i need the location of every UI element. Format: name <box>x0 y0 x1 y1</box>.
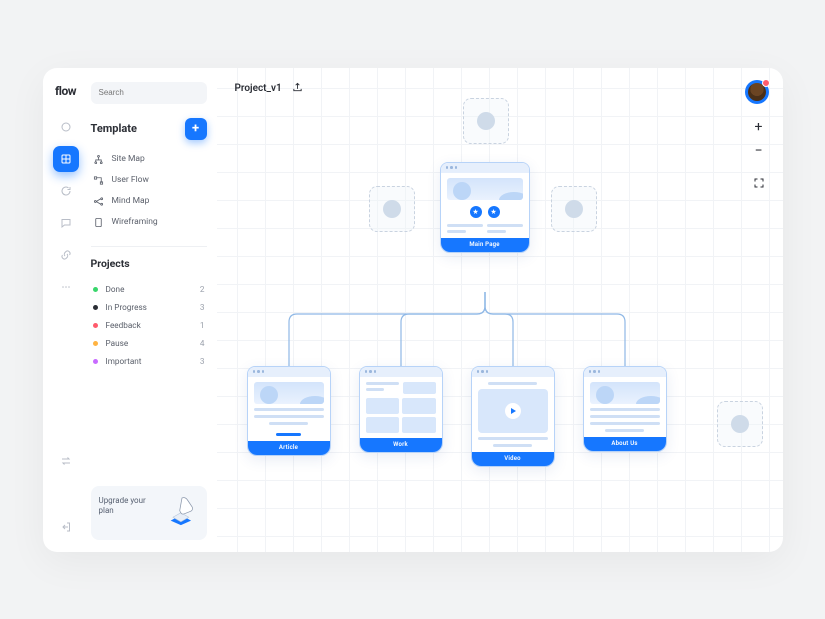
template-item-wireframing[interactable]: Wireframing <box>91 213 207 232</box>
card-label: About Us <box>584 437 666 451</box>
divider <box>91 246 207 247</box>
upgrade-hand-icon <box>165 496 199 526</box>
card-label: Main Page <box>441 238 529 252</box>
status-count: 3 <box>200 357 205 367</box>
status-count: 1 <box>200 321 205 331</box>
template-label: Mind Map <box>112 196 150 206</box>
template-list: Site Map User Flow Mind Map Wireframing <box>91 150 207 232</box>
projects-title: Projects <box>91 257 207 270</box>
canvas-card-article[interactable]: Article <box>247 366 331 456</box>
status-count: 2 <box>200 285 205 295</box>
status-label: Pause <box>106 339 129 349</box>
app-logo: flow <box>55 84 76 98</box>
template-label: Site Map <box>112 154 145 164</box>
template-label: Wireframing <box>112 217 158 227</box>
user-avatar[interactable] <box>745 80 769 104</box>
breadcrumb-bar: Project_v1 <box>235 82 303 96</box>
status-label: Done <box>106 285 125 295</box>
card-label: Work <box>360 438 442 452</box>
icon-rail: flow <box>43 68 89 552</box>
status-dot <box>93 341 98 346</box>
canvas-card-work[interactable]: Work <box>359 366 443 453</box>
status-label: In Progress <box>106 303 147 313</box>
canvas[interactable]: Project_v1 + − <box>217 68 783 552</box>
rail-swap-icon[interactable] <box>53 448 79 474</box>
rail-chat-icon[interactable] <box>53 210 79 236</box>
status-dot <box>93 359 98 364</box>
placeholder-frame[interactable] <box>369 186 415 232</box>
template-item-userflow[interactable]: User Flow <box>91 171 207 190</box>
fullscreen-button[interactable] <box>749 174 769 192</box>
canvas-card-video[interactable]: Video <box>471 366 555 467</box>
zoom-in-button[interactable]: + <box>749 118 769 136</box>
sidebar: Template + Site Map User Flow Mind Map W… <box>89 68 217 552</box>
search-input[interactable] <box>91 82 207 104</box>
project-status-feedback[interactable]: Feedback 1 <box>91 318 207 334</box>
rail-rotate-icon[interactable] <box>53 178 79 204</box>
status-dot <box>93 305 98 310</box>
rail-exit-icon[interactable] <box>53 514 79 540</box>
status-label: Feedback <box>106 321 141 331</box>
add-template-button[interactable]: + <box>185 118 207 140</box>
template-label: User Flow <box>112 175 149 185</box>
project-status-list: Done 2 In Progress 3 Feedback 1 Pause 4 Impo… <box>91 282 207 370</box>
zoom-controls: + − <box>749 118 769 192</box>
project-status-important[interactable]: Important 3 <box>91 354 207 370</box>
status-dot <box>93 323 98 328</box>
upgrade-text: Upgrade your plan <box>99 496 159 517</box>
card-label: Video <box>472 452 554 466</box>
zoom-out-button[interactable]: − <box>749 142 769 160</box>
status-label: Important <box>106 357 142 367</box>
canvas-card-main[interactable]: Main Page <box>440 162 530 253</box>
wireframe-icon <box>93 217 104 228</box>
userflow-icon <box>93 175 104 186</box>
project-status-pause[interactable]: Pause 4 <box>91 336 207 352</box>
card-label: Article <box>248 441 330 455</box>
placeholder-frame[interactable] <box>551 186 597 232</box>
mindmap-icon <box>93 196 104 207</box>
template-item-sitemap[interactable]: Site Map <box>91 150 207 169</box>
rail-more-icon[interactable] <box>53 274 79 300</box>
project-status-inprogress[interactable]: In Progress 3 <box>91 300 207 316</box>
upgrade-plan-card[interactable]: Upgrade your plan <box>91 486 207 540</box>
share-icon[interactable] <box>292 82 303 96</box>
canvas-card-about[interactable]: About Us <box>583 366 667 452</box>
placeholder-frame[interactable] <box>463 98 509 144</box>
app-window: flow Template + Site Map User Flow <box>43 68 783 552</box>
rail-link-icon[interactable] <box>53 242 79 268</box>
template-section-header: Template + <box>91 118 207 140</box>
template-item-mindmap[interactable]: Mind Map <box>91 192 207 211</box>
status-dot <box>93 287 98 292</box>
rail-grid-icon[interactable] <box>53 146 79 172</box>
rail-circle-icon[interactable] <box>53 114 79 140</box>
project-status-done[interactable]: Done 2 <box>91 282 207 298</box>
sitemap-icon <box>93 154 104 165</box>
template-title: Template <box>91 122 137 135</box>
placeholder-frame[interactable] <box>717 401 763 447</box>
breadcrumb: Project_v1 <box>235 83 282 94</box>
status-count: 3 <box>200 303 205 313</box>
status-count: 4 <box>200 339 205 349</box>
